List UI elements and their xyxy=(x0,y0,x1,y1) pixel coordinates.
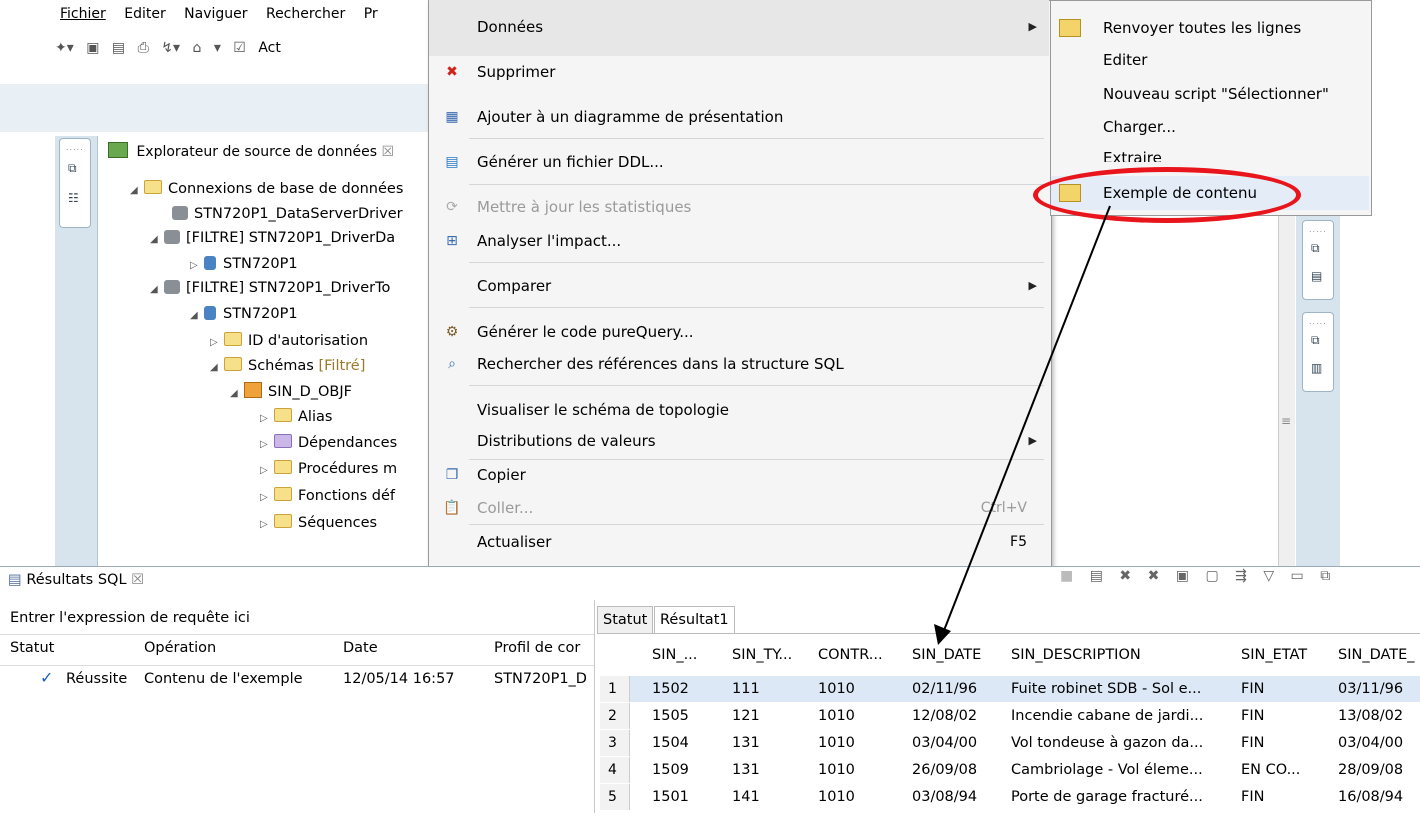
annotation-arrow xyxy=(934,205,1111,645)
